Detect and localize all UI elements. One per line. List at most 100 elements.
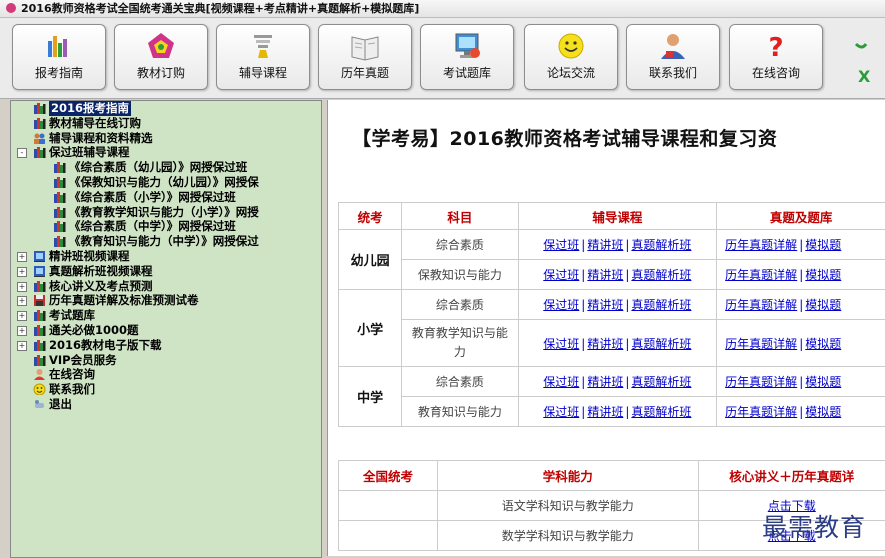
school-level: 小学 [339,290,402,367]
course-link[interactable]: 保过班 [543,405,579,419]
tree-list: 2016报考指南教材辅导在线订购辅导课程和资料精选-保过班辅导课程《综合素质（幼… [11,101,321,412]
course-link[interactable]: 真题解析班 [631,298,691,312]
course-link[interactable]: 真题解析班 [631,238,691,252]
sidebar-item[interactable]: +核心讲义及考点预测 [11,279,321,294]
sidebar-item[interactable]: 教材辅导在线订购 [11,116,321,131]
exam-link[interactable]: 模拟题 [805,238,841,252]
sidebar-item[interactable]: 《教育知识与能力（中学）》网授保过 [11,234,321,249]
tree-expander-plus-icon[interactable]: + [17,267,27,277]
course-link[interactable]: 精讲班 [587,375,623,389]
sidebar-item[interactable]: +真题解析班视频课程 [11,264,321,279]
toolbar-button-courses[interactable]: 辅导课程 [216,24,310,90]
course-link[interactable]: 真题解析班 [631,337,691,351]
subject-cell: 保教知识与能力 [402,260,518,290]
course-link[interactable]: 真题解析班 [631,405,691,419]
exam-link[interactable]: 历年真题详解 [725,337,797,351]
exams-cell: 历年真题详解|模拟题 [717,230,885,260]
exam-link[interactable]: 模拟题 [805,405,841,419]
sidebar-item-label: 通关必做1000题 [49,323,139,338]
tree-expander-minus-icon[interactable]: - [17,148,27,158]
sidebar-item[interactable]: 2016报考指南 [11,101,321,116]
course-link[interactable]: 保过班 [543,268,579,282]
separator: | [581,405,585,419]
course-link[interactable]: 保过班 [543,298,579,312]
sidebar-item[interactable]: +精讲班视频课程 [11,249,321,264]
close-icon[interactable]: X [852,40,872,90]
books-icon [53,176,66,188]
exam-link[interactable]: 历年真题详解 [725,238,797,252]
sidebar-item[interactable]: 联系我们 [11,382,321,397]
sidebar-item[interactable]: -保过班辅导课程 [11,145,321,160]
toolbar-label: 在线咨询 [730,64,822,81]
sidebar-item-label: 历年真题详解及标准预测试卷 [49,293,199,308]
exam-link[interactable]: 模拟题 [805,298,841,312]
course-link[interactable]: 真题解析班 [631,375,691,389]
tree-expander-plus-icon[interactable]: + [17,326,27,336]
course-link[interactable]: 保过班 [543,337,579,351]
course-link[interactable]: 保过班 [543,375,579,389]
books-icon [33,280,46,292]
courses-cell: 保过班|精讲班|真题解析班 [518,230,717,260]
sidebar-item[interactable]: 《保教知识与能力（幼儿园）》网授保 [11,175,321,190]
sidebar-item[interactable]: 《教育教学知识与能力（小学）》网授 [11,205,321,220]
sidebar-item[interactable]: 《综合素质（小学）》网授保过班 [11,190,321,205]
sidebar-item-label: 《教育教学知识与能力（小学）》网授 [69,205,259,220]
toolbar-button-question-bank[interactable]: 考试题库 [420,24,514,90]
toolbar-button-past-exams[interactable]: 历年真题 [318,24,412,90]
sidebar-item[interactable]: 辅导课程和资料精选 [11,131,321,146]
subject-cell: 综合素质 [402,367,518,397]
separator: | [799,375,803,389]
exam-link[interactable]: 历年真题详解 [725,375,797,389]
toolbar-button-textbooks[interactable]: 教材订购 [114,24,208,90]
separator: | [581,298,585,312]
exam-link[interactable]: 历年真题详解 [725,298,797,312]
course-link[interactable]: 真题解析班 [631,268,691,282]
sidebar-item[interactable]: 《综合素质（幼儿园）》网授保过班 [11,160,321,175]
sidebar-item[interactable]: 《综合素质（中学）》网授保过班 [11,219,321,234]
course-link[interactable]: 精讲班 [587,298,623,312]
toolbar-button-contact[interactable]: 联系我们 [626,24,720,90]
toolbar-button-guide[interactable]: 报考指南 [12,24,106,90]
column-header: 核心讲义＋历年真题详 [698,461,885,491]
sidebar-item-label: 2016教材电子版下载 [49,338,162,353]
sidebar-item[interactable]: 退出 [11,397,321,412]
person-icon [33,368,46,380]
tree-expander-plus-icon[interactable]: + [17,341,27,351]
exam-link[interactable]: 模拟题 [805,375,841,389]
course-link[interactable]: 精讲班 [587,337,623,351]
window-title-bar: 2016教师资格考试全国统考通关宝典[视频课程+考点精讲+真题解析+模拟题库] [0,0,885,18]
sidebar-item-label: 退出 [49,397,72,412]
courses-cell: 保过班|精讲班|真题解析班 [518,320,717,367]
watermark: 最需教育 [762,508,866,544]
toolbar-button-forum[interactable]: 论坛交流 [524,24,618,90]
exam-link[interactable]: 模拟题 [805,268,841,282]
question-icon: ? [759,31,793,61]
course-link[interactable]: 保过班 [543,238,579,252]
books-icon [33,146,46,158]
exam-link[interactable]: 模拟题 [805,337,841,351]
monitor-icon [450,31,484,61]
sidebar-item[interactable]: + 通关必做1000题 [11,323,321,338]
course-link[interactable]: 精讲班 [587,268,623,282]
separator: | [799,298,803,312]
exam-link[interactable]: 历年真题详解 [725,405,797,419]
svg-text:X: X [858,67,871,86]
sidebar-item[interactable]: +考试题库 [11,308,321,323]
books-icon [33,309,46,321]
tree-expander-plus-icon[interactable]: + [17,296,27,306]
sidebar-item[interactable]: + 历年真题详解及标准预测试卷 [11,293,321,308]
books-icon [33,339,46,351]
tree-expander-plus-icon[interactable]: + [17,311,27,321]
exam-link[interactable]: 历年真题详解 [725,268,797,282]
sidebar-item[interactable]: 在线咨询 [11,367,321,382]
course-link[interactable]: 精讲班 [587,405,623,419]
books-icon [33,324,46,336]
tree-expander-plus-icon[interactable]: + [17,282,27,292]
person-icon [656,31,690,61]
toolbar-label: 报考指南 [13,64,105,81]
toolbar-button-online-help[interactable]: ? 在线咨询 [729,24,823,90]
tree-expander-plus-icon[interactable]: + [17,252,27,262]
course-link[interactable]: 精讲班 [587,238,623,252]
sidebar-item[interactable]: VIP会员服务 [11,353,321,368]
sidebar-item[interactable]: +2016教材电子版下载 [11,338,321,353]
